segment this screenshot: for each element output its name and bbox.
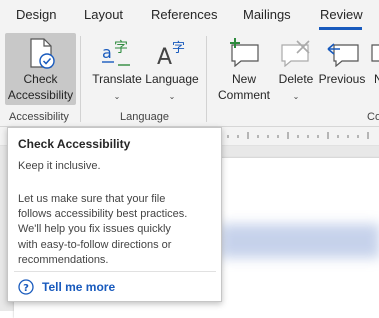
check-accessibility-button[interactable]: Check Accessibility (5, 33, 76, 105)
tell-me-more-label: Tell me more (42, 280, 116, 294)
new-comment-icon (230, 38, 259, 67)
next-comment-button[interactable]: N (370, 33, 379, 105)
tab-references[interactable]: References (151, 7, 217, 22)
accessibility-check-icon (30, 38, 55, 69)
tab-review[interactable]: Review (320, 7, 363, 22)
tab-mailings[interactable]: Mailings (243, 7, 291, 22)
previous-comment-button[interactable]: Previous (317, 33, 367, 105)
tell-me-more-link[interactable]: ? Tell me more (18, 278, 115, 296)
language-icon: A 字 (157, 41, 185, 68)
tooltip-body-line: with easy-to-follow directions or (18, 238, 172, 251)
tooltip-divider (14, 271, 216, 272)
delete-comment-button[interactable]: Delete ⌄ (276, 33, 316, 105)
language-group-label: Language (120, 111, 169, 123)
comments-group-label: Co (367, 111, 379, 123)
svg-text:字: 字 (114, 40, 128, 56)
previous-label: Previous (318, 72, 366, 86)
tab-layout[interactable]: Layout (84, 7, 123, 22)
delete-comment-icon (281, 40, 310, 67)
tooltip-title: Check Accessibility (18, 137, 131, 151)
svg-text:字: 字 (172, 41, 185, 56)
ribbon-panel: Check Accessibility Accessibility a 字 Tr… (0, 30, 379, 127)
svg-text:?: ? (23, 283, 29, 294)
check-accessibility-label-1: Check (23, 72, 58, 86)
tooltip-body-line: follows accessibility best practices. (18, 208, 188, 221)
chevron-down-icon: ⌄ (292, 92, 300, 101)
next-label: N (374, 72, 379, 86)
language-button[interactable]: A 字 Language ⌄ (144, 33, 200, 105)
translate-icon: a 字 (102, 40, 130, 66)
translate-button[interactable]: a 字 Translate ⌄ (90, 33, 144, 105)
group-divider (206, 36, 207, 122)
tooltip-body: Let us make sure that your file follows … (18, 192, 218, 268)
svg-text:A: A (157, 45, 172, 68)
tab-design[interactable]: Design (16, 7, 56, 22)
next-comment-icon (371, 44, 379, 62)
tooltip-body-line: Let us make sure that your file (18, 193, 166, 205)
ribbon-tab-bar: Design Layout References Mailings Review (0, 0, 379, 30)
svg-text:a: a (102, 43, 112, 62)
new-comment-button[interactable]: New Comment (213, 33, 275, 105)
chevron-down-icon: ⌄ (168, 92, 176, 101)
check-accessibility-label-2: Accessibility (7, 88, 74, 102)
help-question-icon: ? (18, 279, 34, 295)
group-divider (80, 36, 81, 122)
tooltip-body-line: We'll help you fix issues quickly (18, 223, 171, 236)
chevron-down-icon: ⌄ (113, 92, 121, 101)
previous-comment-icon (327, 43, 359, 67)
new-comment-label-2: Comment (217, 88, 270, 102)
new-comment-label-1: New (231, 72, 256, 86)
blurred-document-heading (220, 224, 379, 258)
tooltip-subtitle: Keep it inclusive. (18, 160, 101, 172)
tooltip-body-line: recommendations. (18, 253, 109, 266)
accessibility-group-label: Accessibility (9, 111, 69, 123)
translate-label: Translate (92, 72, 142, 86)
delete-label: Delete (278, 72, 314, 86)
check-accessibility-tooltip: Check Accessibility Keep it inclusive. L… (7, 127, 222, 302)
language-label: Language (145, 72, 199, 86)
